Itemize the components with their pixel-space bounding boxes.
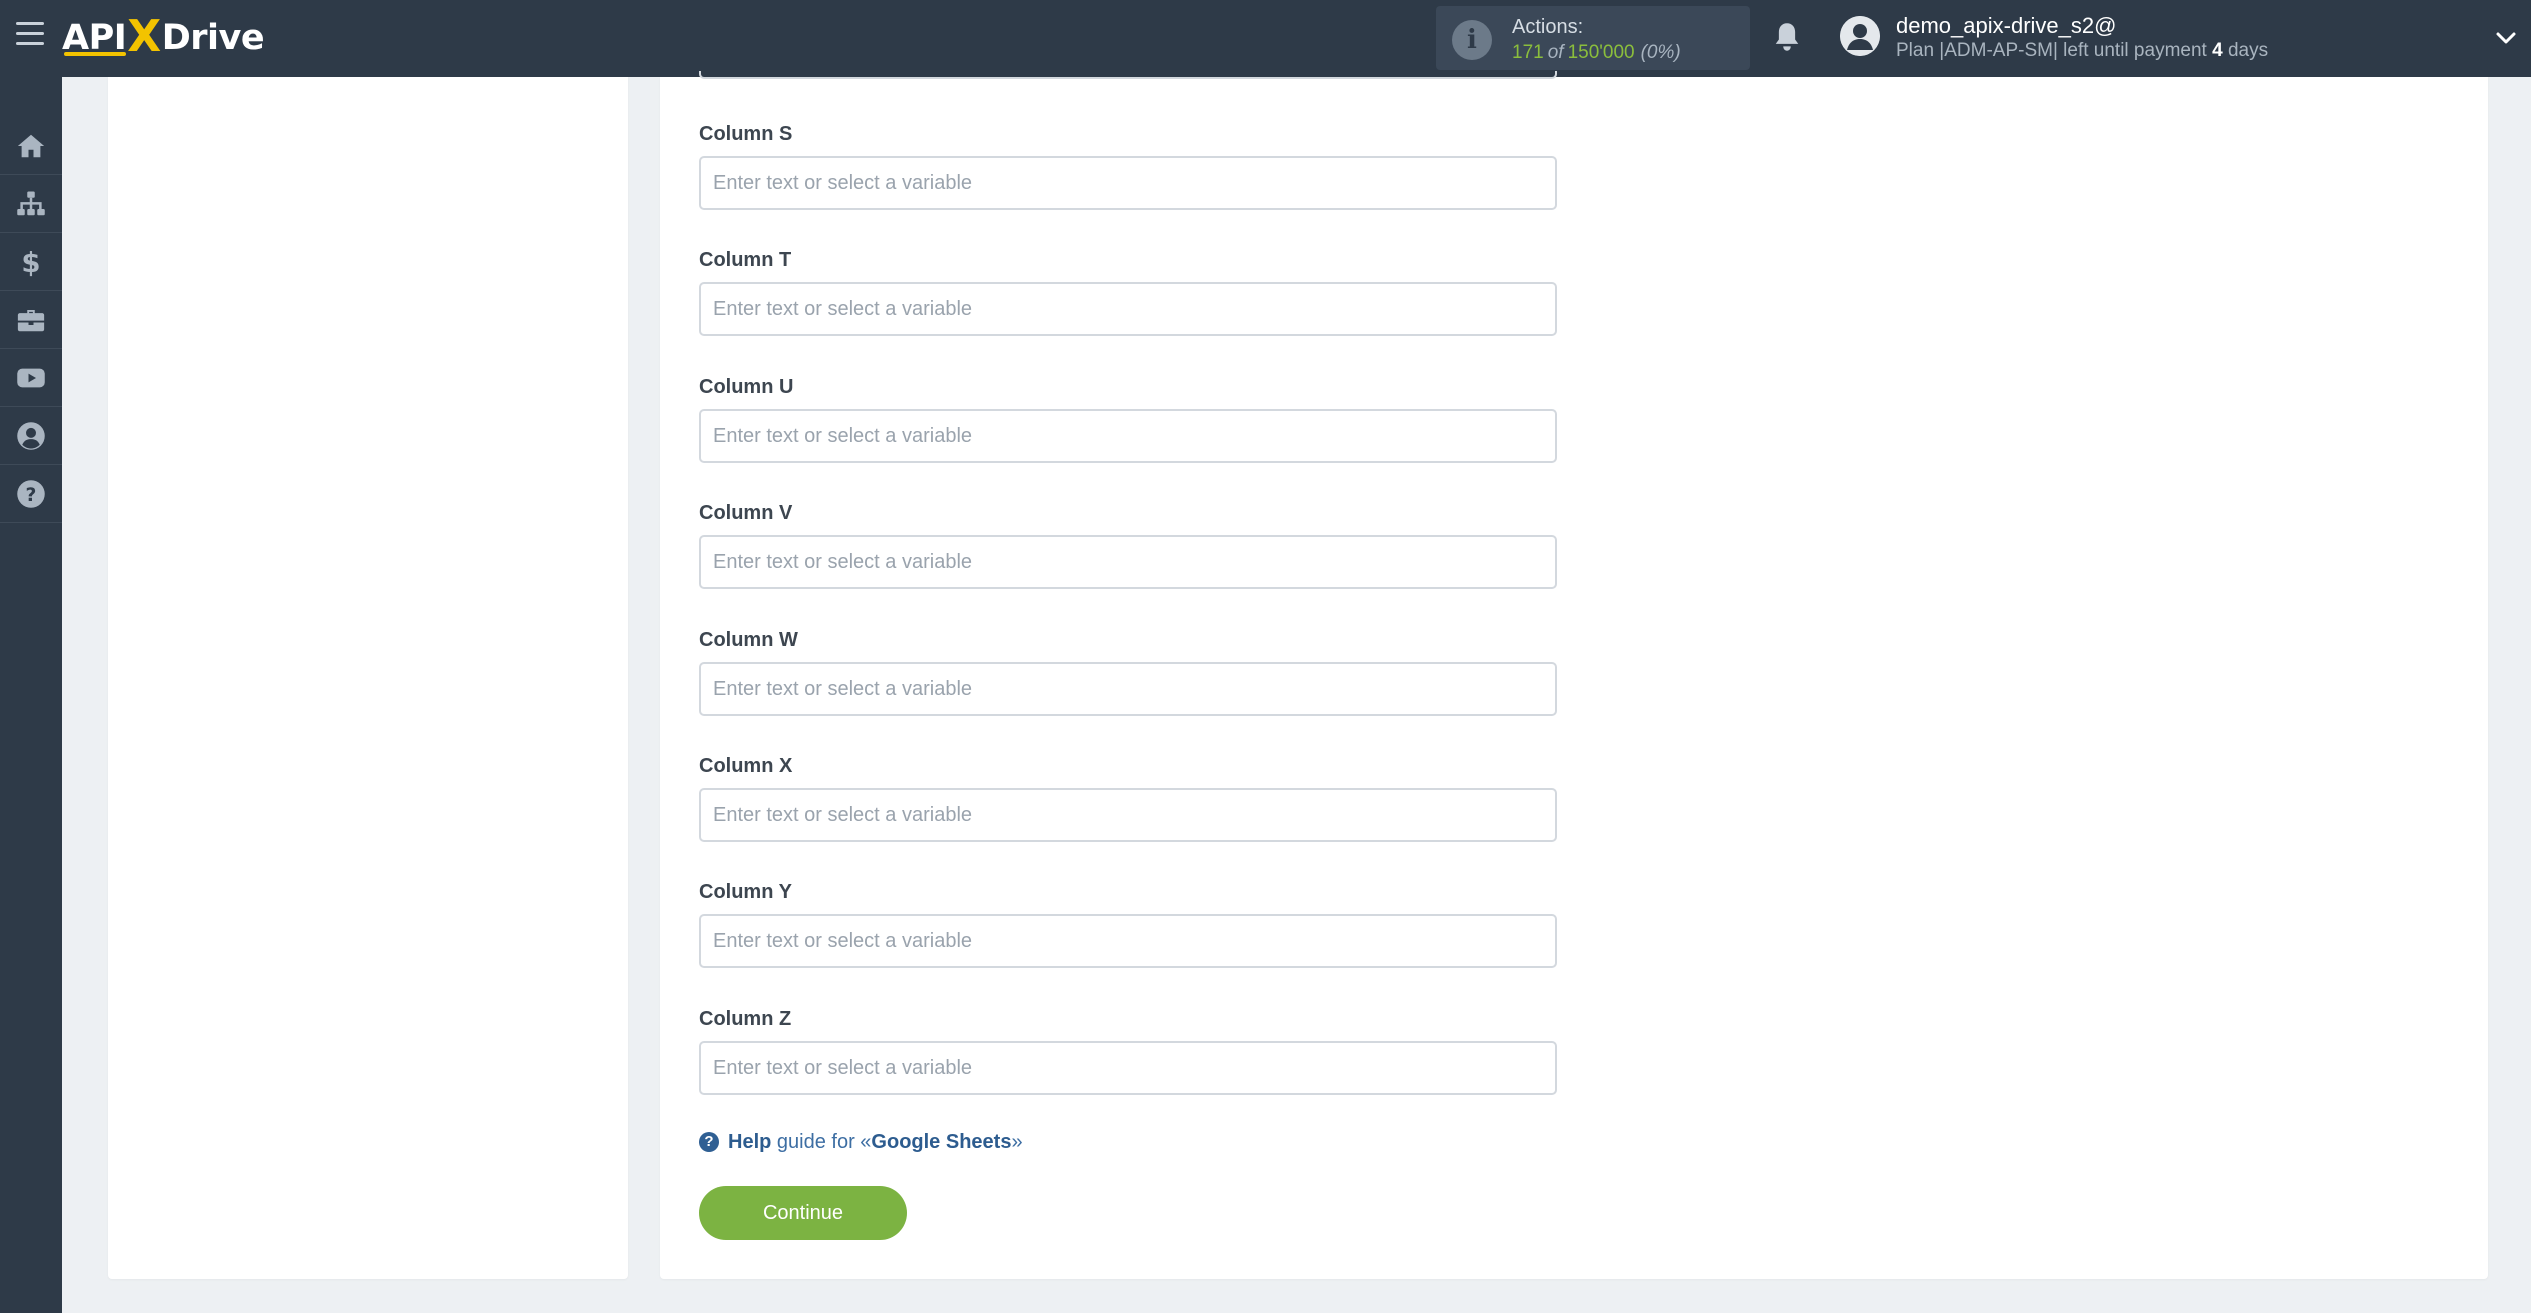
actions-counter[interactable]: i Actions: 171 of 150'000 (0%): [1436, 6, 1750, 70]
plan-days-number: 4: [2212, 40, 2223, 61]
sidebar-item-account[interactable]: [0, 407, 62, 465]
column-x-input[interactable]: [699, 788, 1557, 842]
sidebar: $ ?: [0, 77, 62, 1313]
column-z-label: Column Z: [699, 1008, 792, 1030]
user-circle-icon: [17, 421, 45, 450]
column-u-label: Column U: [699, 376, 794, 398]
logo-text-x: X: [127, 10, 161, 62]
main-panel: Column S Column T Column U Column V Colu…: [660, 71, 2488, 1279]
sidebar-item-connections[interactable]: [0, 175, 62, 233]
actions-total: 150'000: [1567, 42, 1635, 63]
bell-icon[interactable]: [1772, 20, 1802, 54]
avatar-icon[interactable]: [1840, 16, 1880, 56]
column-x-label: Column X: [699, 755, 793, 777]
svg-text:?: ?: [26, 484, 37, 505]
sidebar-item-help[interactable]: ?: [0, 465, 62, 523]
sidebar-item-projects[interactable]: [0, 291, 62, 349]
actions-of: of: [1547, 42, 1564, 63]
plan-days-suffix: days: [2227, 40, 2269, 61]
actions-percent: (0%): [1640, 42, 1681, 63]
help-suffix: »: [1011, 1130, 1023, 1153]
plan-text: Plan |ADM-AP-SM| left until payment: [1896, 40, 2207, 61]
home-icon: [17, 134, 45, 157]
help-service: Google Sheets: [871, 1130, 1012, 1153]
dollar-icon: $: [21, 247, 40, 277]
info-icon: i: [1452, 20, 1492, 60]
user-name[interactable]: demo_apix-drive_s2@: [1896, 13, 2116, 39]
column-u-input[interactable]: [699, 409, 1557, 463]
previous-field-input[interactable]: [699, 71, 1557, 79]
column-v-input[interactable]: [699, 535, 1557, 589]
sidebar-item-billing[interactable]: $: [0, 233, 62, 291]
user-plan: Plan |ADM-AP-SM| left until payment 4 da…: [1896, 40, 2268, 62]
apix-drive-logo[interactable]: API X Drive: [62, 10, 265, 66]
help-prefix: Help: [728, 1130, 772, 1153]
briefcase-icon: [17, 309, 45, 331]
logo-underline: [64, 52, 126, 56]
chevron-down-icon[interactable]: [2494, 26, 2518, 50]
actions-used: 171: [1512, 42, 1544, 63]
question-circle-icon: ?: [699, 1132, 719, 1152]
top-bar: API X Drive i Actions: 171 of 150'000 (0%) de…: [0, 0, 2531, 77]
continue-button[interactable]: Continue: [699, 1186, 907, 1240]
column-w-input[interactable]: [699, 662, 1557, 716]
logo-text-drive: Drive: [161, 18, 265, 58]
column-s-input[interactable]: [699, 156, 1557, 210]
menu-icon[interactable]: [16, 22, 44, 46]
column-y-label: Column Y: [699, 881, 792, 903]
column-t-label: Column T: [699, 249, 792, 271]
actions-title: Actions:: [1512, 16, 1584, 38]
actions-value: 171 of 150'000 (0%): [1512, 42, 1681, 64]
column-v-label: Column V: [699, 502, 793, 524]
question-icon: ?: [17, 479, 45, 508]
help-middle: guide for «: [776, 1130, 872, 1153]
help-guide-link[interactable]: ? Help guide for «Google Sheets»: [699, 1127, 1023, 1157]
sitemap-icon: [17, 191, 45, 215]
column-w-label: Column W: [699, 629, 798, 651]
svg-text:$: $: [21, 247, 40, 277]
column-t-input[interactable]: [699, 282, 1557, 336]
youtube-icon: [17, 368, 45, 387]
column-z-input[interactable]: [699, 1041, 1557, 1095]
column-y-input[interactable]: [699, 914, 1557, 968]
column-s-label: Column S: [699, 123, 793, 145]
left-panel: [108, 77, 628, 1279]
sidebar-item-videos[interactable]: [0, 349, 62, 407]
sidebar-item-home[interactable]: [0, 117, 62, 175]
